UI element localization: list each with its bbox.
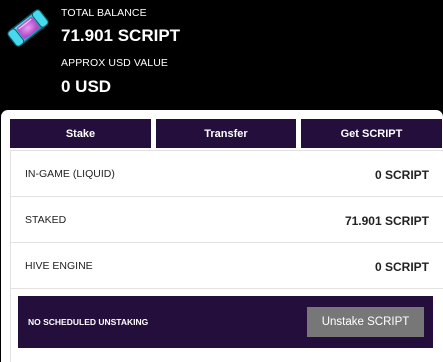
- total-balance-label: TOTAL BALANCE: [61, 7, 147, 19]
- unstake-button[interactable]: Unstake SCRIPT: [307, 307, 424, 337]
- balance-row-value: 0 SCRIPT: [374, 168, 429, 182]
- usd-value: 0 USD: [61, 77, 112, 96]
- unstaking-bar: NO SCHEDULED UNSTAKING Unstake SCRIPT: [18, 296, 433, 348]
- balance-row-staked: STAKED 71.901 SCRIPT: [11, 197, 443, 243]
- get-script-button[interactable]: Get SCRIPT: [301, 119, 442, 148]
- balance-row-value: 0 SCRIPT: [374, 260, 429, 274]
- balance-row-label: IN-GAME (LIQUID): [25, 168, 115, 180]
- stake-button[interactable]: Stake: [10, 119, 151, 148]
- balance-row-value: 71.901 SCRIPT: [344, 214, 429, 228]
- total-balance-value: 71.901 SCRIPT: [61, 26, 181, 45]
- script-token-capsule-icon: [7, 9, 49, 47]
- unstaking-status: NO SCHEDULED UNSTAKING: [28, 317, 149, 327]
- balance-row-label: STAKED: [25, 214, 67, 226]
- usd-value-label: APPROX USD VALUE: [61, 57, 169, 69]
- balance-row-ingame: IN-GAME (LIQUID) 0 SCRIPT: [11, 151, 443, 197]
- wallet-header: TOTAL BALANCE 71.901 SCRIPT APPROX USD V…: [0, 0, 443, 108]
- wallet-panel: Stake Transfer Get SCRIPT IN-GAME (LIQUI…: [1, 110, 443, 362]
- balance-row-hive-engine: HIVE ENGINE 0 SCRIPT: [11, 243, 443, 289]
- balance-row-label: HIVE ENGINE: [25, 260, 93, 272]
- transfer-button[interactable]: Transfer: [156, 119, 296, 148]
